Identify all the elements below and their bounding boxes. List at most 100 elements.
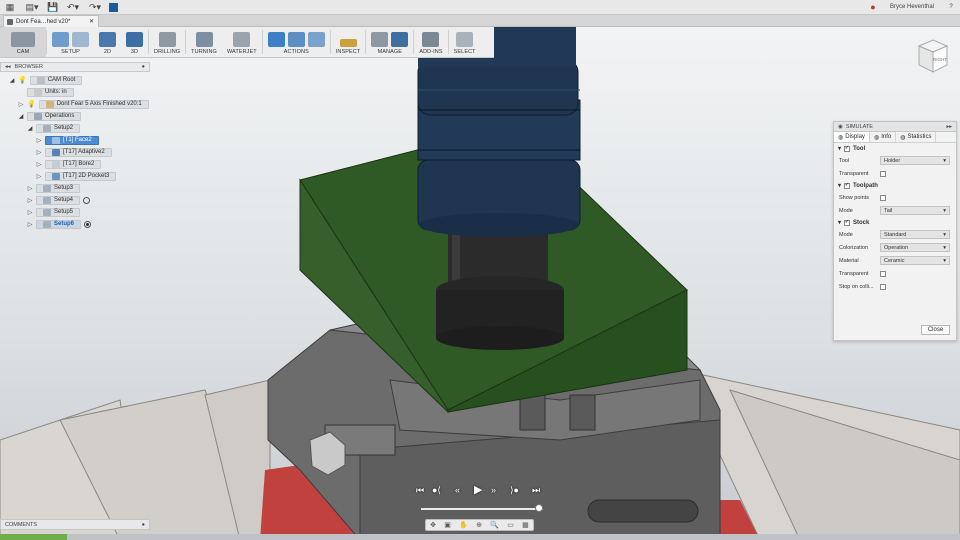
- go-to-end-icon[interactable]: ⏭: [532, 485, 540, 496]
- expand-icon[interactable]: ▷: [18, 101, 24, 108]
- pan-icon[interactable]: ✋: [459, 521, 468, 529]
- collapse-icon[interactable]: ◢: [18, 113, 24, 120]
- drilling-group[interactable]: DRILLING: [149, 27, 185, 57]
- tree-node[interactable]: Operations: [27, 111, 82, 121]
- comments-panel[interactable]: COMMENTS ●: [0, 519, 150, 530]
- collapse-icon[interactable]: ◢: [9, 77, 15, 84]
- go-to-start-icon[interactable]: ⏮: [416, 485, 424, 496]
- expand-icon[interactable]: ▷: [36, 137, 42, 144]
- tree-setup3[interactable]: ▷ Setup3: [27, 183, 81, 193]
- panel-options-icon[interactable]: ●: [142, 64, 145, 70]
- look-at-icon[interactable]: ▣: [444, 521, 451, 529]
- stock-transparent-checkbox[interactable]: [880, 270, 886, 277]
- toolpath-checkbox[interactable]: ✓: [844, 182, 851, 189]
- stock-section[interactable]: ▾ ✓ Stock: [834, 217, 956, 228]
- tree-node[interactable]: [T17] Adaptive2: [45, 147, 112, 157]
- tool-checkbox[interactable]: ✓: [844, 145, 851, 152]
- active-radio-icon[interactable]: [84, 220, 92, 228]
- tree-node[interactable]: Setup4: [36, 195, 81, 205]
- tree-units[interactable]: Units: in: [27, 87, 74, 97]
- save-icon[interactable]: 💾: [44, 0, 62, 15]
- tree-face2[interactable]: ▷ [T1] Face2: [36, 135, 99, 145]
- tool-section[interactable]: ▾ ✓ Tool: [834, 143, 956, 154]
- tree-cam-root[interactable]: ◢ 💡 CAM Root: [9, 75, 83, 85]
- expand-icon[interactable]: ▷: [27, 209, 33, 216]
- expand-icon[interactable]: ▷: [36, 149, 42, 156]
- toolpath-mode-dropdown[interactable]: Tail ▾: [880, 206, 950, 215]
- material-dropdown[interactable]: Ceramic ▾: [880, 256, 950, 265]
- stop-on-collision-checkbox[interactable]: [880, 283, 886, 290]
- expand-icon[interactable]: ▷: [27, 185, 33, 192]
- show-points-checkbox[interactable]: [880, 194, 886, 201]
- tree-node[interactable]: Setup5: [36, 207, 81, 217]
- tree-bore2[interactable]: ▷ [T17] Bore2: [36, 159, 102, 169]
- tree-operations[interactable]: ◢ Operations: [18, 111, 82, 121]
- display-settings-icon[interactable]: ▭: [507, 521, 514, 529]
- expand-icon[interactable]: ▷: [36, 173, 42, 180]
- tree-pocket3[interactable]: ▷ [T17] 2D Pocket3: [36, 171, 117, 181]
- section-collapse-icon[interactable]: ▾: [838, 219, 841, 226]
- tree-setup6[interactable]: ▷ Setup6: [27, 219, 92, 229]
- close-tab-icon[interactable]: ✕: [89, 18, 94, 25]
- workspace-switcher[interactable]: CAM: [0, 27, 46, 57]
- redo-icon[interactable]: ↷▾: [84, 0, 106, 15]
- document-tab[interactable]: Dont Fea…hed v20* ✕: [3, 15, 99, 27]
- addins-group[interactable]: ADD-INS: [414, 27, 447, 57]
- comments-options-icon[interactable]: ●: [142, 522, 145, 528]
- actions-group[interactable]: ACTIONS: [263, 27, 330, 57]
- help-icon[interactable]: ?: [942, 0, 960, 15]
- tool-dropdown[interactable]: Holder ▾: [880, 156, 950, 165]
- grid-settings-icon[interactable]: ▦: [522, 521, 529, 529]
- tool-transparent-checkbox[interactable]: [880, 170, 886, 177]
- tab-statistics[interactable]: ◍ Statistics: [896, 132, 937, 142]
- grid-icon[interactable]: ▦: [0, 0, 20, 15]
- inspect-group[interactable]: INSPECT: [331, 27, 366, 57]
- tab-display[interactable]: ◍ Display: [834, 132, 870, 142]
- tree-setup4[interactable]: ▷ Setup4: [27, 195, 91, 205]
- tree-adaptive2[interactable]: ▷ [T17] Adaptive2: [36, 147, 112, 157]
- expand-panel-icon[interactable]: ▸▸: [946, 124, 952, 130]
- section-collapse-icon[interactable]: ▾: [838, 182, 841, 189]
- view-cube[interactable]: RIGHT: [915, 38, 949, 74]
- turning-group[interactable]: TURNING: [186, 27, 222, 57]
- orbit-icon[interactable]: ✥: [430, 521, 436, 529]
- next-operation-icon[interactable]: ⟩●: [510, 485, 519, 496]
- user-menu[interactable]: Bryce Heventhal: [882, 0, 942, 15]
- zoom-icon[interactable]: 🔍: [490, 521, 499, 529]
- undo-icon[interactable]: ↶▾: [62, 0, 84, 15]
- zoom-window-icon[interactable]: ⊕: [476, 521, 482, 529]
- play-icon[interactable]: ▶: [474, 483, 482, 496]
- setup-group[interactable]: SETUP: [47, 27, 94, 57]
- 2d-group[interactable]: 2D: [94, 27, 121, 57]
- section-collapse-icon[interactable]: ▾: [838, 145, 841, 152]
- timeline-scrubber[interactable]: [421, 508, 543, 510]
- tree-node[interactable]: [T17] 2D Pocket3: [45, 171, 117, 181]
- tree-node[interactable]: Units: in: [27, 87, 74, 97]
- toolpath-section[interactable]: ▾ ✓ Toolpath: [834, 180, 956, 191]
- collapse-panel-icon[interactable]: ◂◂: [5, 64, 11, 70]
- tree-node[interactable]: Dont Fear 5 Axis Finished v20:1: [38, 99, 149, 109]
- tab-info[interactable]: ◍ Info: [870, 132, 897, 142]
- tree-node[interactable]: Setup2: [36, 123, 81, 133]
- collapse-icon[interactable]: ◢: [27, 125, 33, 132]
- colorization-dropdown[interactable]: Operation ▾: [880, 243, 950, 252]
- manage-group[interactable]: MANAGE: [366, 27, 413, 57]
- step-forward-icon[interactable]: »: [491, 485, 496, 495]
- previous-operation-icon[interactable]: ●⟨: [432, 485, 441, 496]
- expand-icon[interactable]: ▷: [36, 161, 42, 168]
- record-icon[interactable]: ●: [864, 0, 882, 15]
- stock-mode-dropdown[interactable]: Standard ▾: [880, 230, 950, 239]
- activate-radio-icon[interactable]: [83, 196, 91, 204]
- file-menu-icon[interactable]: ▤▾: [20, 0, 44, 15]
- tree-node[interactable]: Setup3: [36, 183, 81, 193]
- tree-model[interactable]: ▷ 💡 Dont Fear 5 Axis Finished v20:1: [18, 99, 149, 109]
- close-button[interactable]: Close: [921, 325, 950, 335]
- stock-checkbox[interactable]: ✓: [844, 219, 851, 226]
- timeline-handle[interactable]: [535, 504, 544, 512]
- waterjet-group[interactable]: WATERJET: [222, 27, 262, 57]
- tree-node[interactable]: [T17] Bore2: [45, 159, 102, 169]
- tree-node-selected[interactable]: [T1] Face2: [45, 135, 99, 145]
- visibility-bulb-icon[interactable]: 💡: [18, 76, 27, 84]
- step-back-icon[interactable]: «: [455, 485, 460, 495]
- tree-setup2[interactable]: ◢ Setup2: [27, 123, 81, 133]
